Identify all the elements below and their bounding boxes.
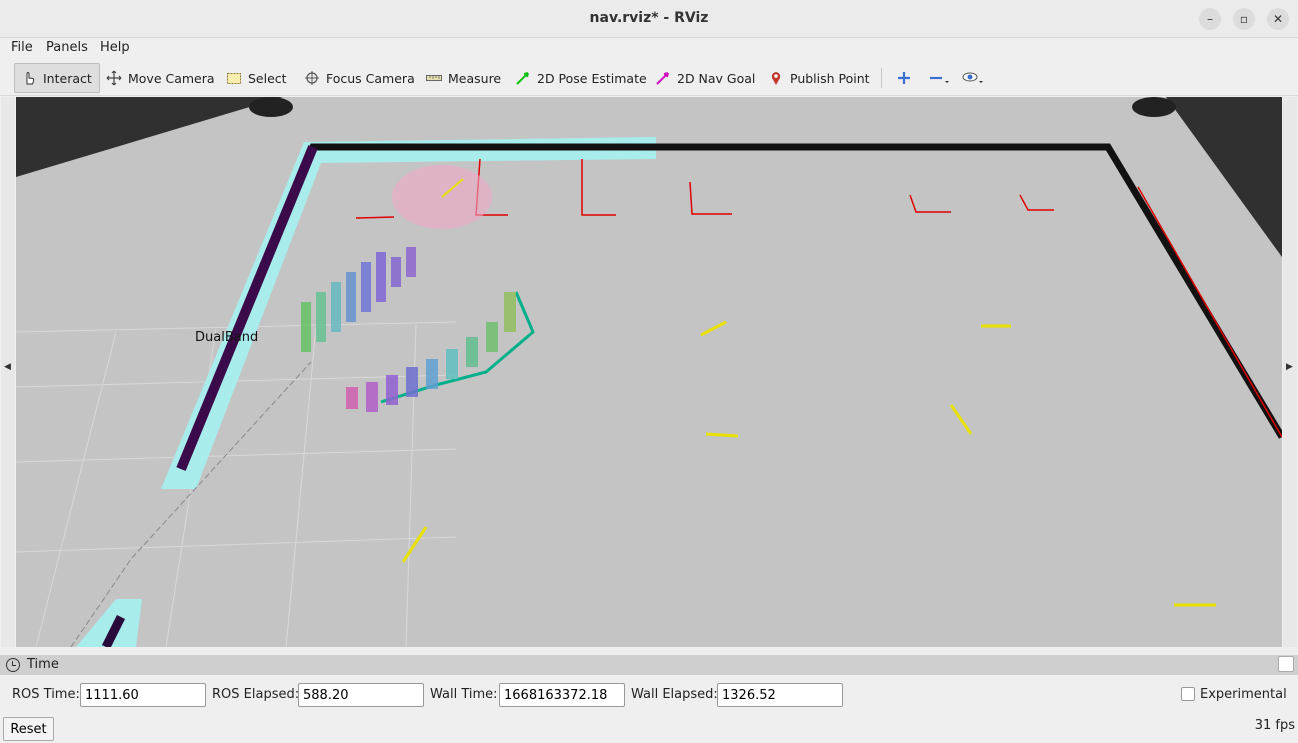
tool-label: Select: [248, 70, 287, 86]
corner-shadow: [249, 97, 293, 117]
expand-left-icon: ◀: [4, 362, 11, 372]
experimental-checkbox[interactable]: [1181, 687, 1195, 701]
move-arrows-icon: [106, 70, 122, 86]
tool-focus-camera[interactable]: Focus Camera: [298, 63, 421, 93]
map-floor: [16, 97, 1282, 647]
green-arrow-icon: [515, 70, 531, 86]
tool-label: Interact: [43, 70, 92, 86]
tool-interact[interactable]: Interact: [14, 63, 100, 93]
map-pin-icon: [768, 70, 784, 86]
menu-help[interactable]: Help: [100, 40, 130, 55]
wall-elapsed-label: Wall Elapsed:: [631, 687, 718, 702]
focus-target-icon: [304, 70, 320, 86]
time-panel-header: Time: [0, 655, 1298, 675]
tool-measure[interactable]: Measure: [420, 63, 507, 93]
tool-move-camera[interactable]: Move Camera: [100, 63, 221, 93]
window-title: nav.rviz* - RViz: [589, 10, 709, 26]
select-rect-icon: [226, 70, 242, 86]
3d-viewport[interactable]: DualBand: [16, 97, 1282, 647]
time-panel: ROS Time: ROS Elapsed: Wall Time: Wall E…: [0, 676, 1298, 712]
left-panel-toggle[interactable]: ◀: [1, 97, 15, 647]
tool-label: 2D Pose Estimate: [537, 70, 647, 86]
tool-label: Focus Camera: [326, 70, 415, 86]
tool-2d-pose-estimate[interactable]: 2D Pose Estimate: [509, 63, 653, 93]
ros-elapsed-field[interactable]: [298, 683, 424, 707]
title-bar: nav.rviz* - RViz – ▫ ✕: [0, 0, 1298, 38]
tool-publish-point[interactable]: Publish Point: [762, 63, 876, 93]
ros-time-label: ROS Time:: [12, 687, 80, 702]
minimize-icon[interactable]: –: [1199, 8, 1221, 30]
toolbar-separator: [881, 68, 882, 88]
wall-time-field[interactable]: [499, 683, 625, 707]
tool-label: Move Camera: [128, 70, 215, 86]
ruler-icon: [426, 70, 442, 86]
toolbar: Interact Move Camera Select Focus Camera…: [0, 60, 1298, 96]
maximize-icon[interactable]: ▫: [1233, 8, 1255, 30]
tool-select[interactable]: Select: [220, 63, 293, 93]
eye-icon[interactable]: [955, 63, 991, 93]
wall-time-label: Wall Time:: [430, 687, 498, 702]
ros-time-field[interactable]: [80, 683, 206, 707]
menu-file[interactable]: File: [11, 40, 33, 55]
clock-icon: [6, 658, 20, 672]
minus-icon[interactable]: [922, 63, 956, 93]
plus-icon[interactable]: [890, 63, 918, 93]
expand-right-icon: ▶: [1286, 362, 1293, 372]
status-bar: Reset 31 fps: [0, 713, 1298, 743]
experimental-label: Experimental: [1200, 687, 1287, 702]
splitter-handle[interactable]: [0, 647, 1298, 655]
rviz-window: nav.rviz* - RViz – ▫ ✕ File Panels Help …: [0, 0, 1298, 743]
viewport-overlay-label: DualBand: [195, 330, 258, 345]
ros-elapsed-label: ROS Elapsed:: [212, 687, 300, 702]
corner-shadow: [1132, 97, 1176, 117]
tool-label: Publish Point: [790, 70, 870, 86]
menu-bar: File Panels Help: [0, 38, 1298, 60]
tool-label: Measure: [448, 70, 502, 86]
right-panel-toggle[interactable]: ▶: [1283, 97, 1297, 647]
scene-render[interactable]: DualBand: [16, 97, 1282, 647]
magenta-arrow-icon: [655, 70, 671, 86]
menu-panels[interactable]: Panels: [46, 40, 88, 55]
tool-label: 2D Nav Goal: [677, 70, 756, 86]
time-panel-title: Time: [27, 657, 59, 672]
fps-counter: 31 fps: [1254, 718, 1295, 733]
wall-elapsed-field[interactable]: [717, 683, 843, 707]
panel-float-checkbox[interactable]: [1278, 656, 1294, 672]
close-icon[interactable]: ✕: [1267, 8, 1289, 30]
reset-button[interactable]: Reset: [3, 717, 54, 741]
tool-2d-nav-goal[interactable]: 2D Nav Goal: [649, 63, 761, 93]
hand-pointer-icon: [21, 70, 37, 86]
